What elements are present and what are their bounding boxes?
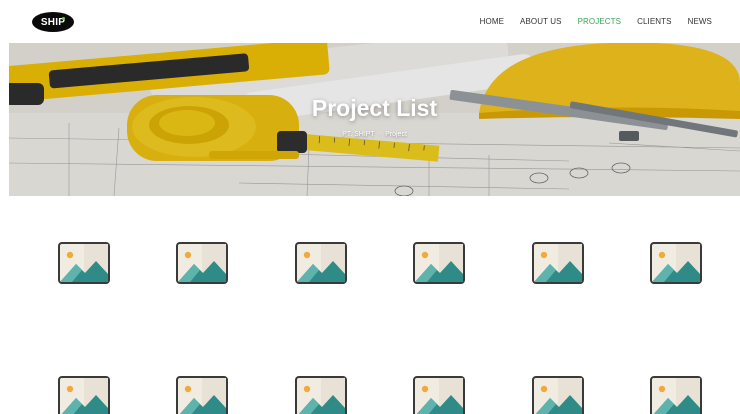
hero-banner: Project List PT. SHIPT · Project: [9, 43, 740, 196]
image-placeholder-icon: [413, 376, 465, 414]
breadcrumb-current: Project: [385, 131, 407, 138]
project-item-5[interactable]: [532, 242, 584, 284]
image-placeholder-icon: [532, 376, 584, 414]
project-item-9[interactable]: [295, 376, 347, 414]
image-placeholder-icon: [532, 242, 584, 284]
project-item-2[interactable]: [176, 242, 228, 284]
project-item-11[interactable]: [532, 376, 584, 414]
nav-home[interactable]: HOME: [480, 17, 504, 26]
project-item-1[interactable]: [58, 242, 110, 284]
main-nav: HOME ABOUT US PROJECTS CLIENTS NEWS: [480, 17, 712, 26]
image-placeholder-icon: [176, 376, 228, 414]
project-item-6[interactable]: [650, 242, 702, 284]
image-placeholder-icon: [58, 376, 110, 414]
nav-news[interactable]: NEWS: [688, 17, 712, 26]
breadcrumb: PT. SHIPT · Project: [9, 131, 740, 138]
logo-dot: [62, 17, 65, 20]
image-placeholder-icon: [413, 242, 465, 284]
project-item-7[interactable]: [58, 376, 110, 414]
image-placeholder-icon: [650, 376, 702, 414]
image-placeholder-icon: [650, 242, 702, 284]
site-logo[interactable]: SHIP: [32, 12, 74, 32]
breadcrumb-home[interactable]: PT. SHIPT: [342, 131, 375, 138]
image-placeholder-icon: [295, 242, 347, 284]
nav-clients[interactable]: CLIENTS: [637, 17, 672, 26]
project-item-10[interactable]: [413, 376, 465, 414]
site-header: SHIP HOME ABOUT US PROJECTS CLIENTS NEWS: [0, 0, 740, 43]
breadcrumb-separator: ·: [378, 131, 382, 138]
nav-about-us[interactable]: ABOUT US: [520, 17, 562, 26]
page-title: Project List: [311, 95, 438, 121]
project-item-12[interactable]: [650, 376, 702, 414]
image-placeholder-icon: [58, 242, 110, 284]
image-placeholder-icon: [295, 376, 347, 414]
project-item-3[interactable]: [295, 242, 347, 284]
image-placeholder-icon: [176, 242, 228, 284]
nav-projects[interactable]: PROJECTS: [578, 17, 621, 26]
project-item-4[interactable]: [413, 242, 465, 284]
project-item-8[interactable]: [176, 376, 228, 414]
